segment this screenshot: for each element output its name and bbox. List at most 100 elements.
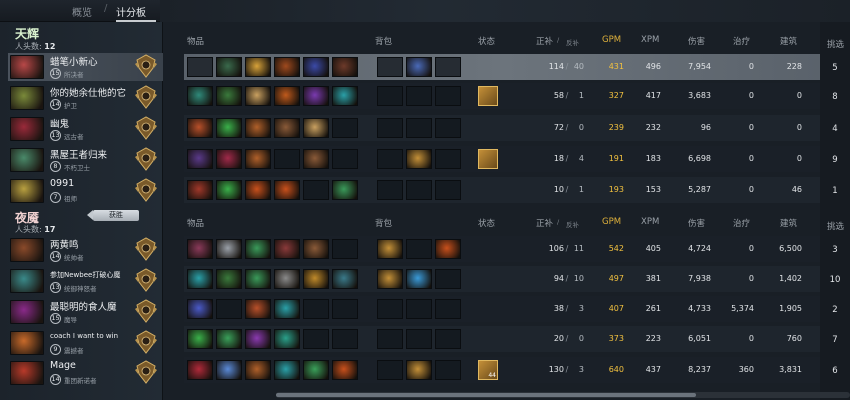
backpack-slot[interactable]: [406, 118, 432, 138]
player-card[interactable]: 蜡笔小新心 15 所决者: [8, 53, 163, 81]
item-slot[interactable]: [187, 118, 213, 138]
hero-portrait[interactable]: [10, 179, 44, 203]
item-slot[interactable]: [303, 239, 329, 259]
item-slot[interactable]: [216, 86, 242, 106]
backpack-slot[interactable]: [377, 180, 403, 200]
item-slot[interactable]: [187, 329, 213, 349]
item-slot[interactable]: [187, 86, 213, 106]
tab-scoreboard[interactable]: 计分板: [116, 4, 146, 19]
player-card[interactable]: Mage 14 重团新诺者: [8, 359, 163, 387]
item-slot[interactable]: [245, 329, 271, 349]
hero-portrait[interactable]: [10, 238, 44, 262]
hero-portrait[interactable]: [10, 86, 44, 110]
item-slot[interactable]: [216, 360, 242, 380]
backpack-slot[interactable]: [377, 329, 403, 349]
item-slot[interactable]: [187, 149, 213, 169]
backpack-slot[interactable]: [435, 118, 461, 138]
backpack-slot[interactable]: [377, 57, 403, 77]
backpack-slot[interactable]: [406, 57, 432, 77]
backpack-slot[interactable]: [377, 149, 403, 169]
player-card[interactable]: 0991 7 祖师: [8, 177, 163, 205]
backpack-slot[interactable]: [406, 86, 432, 106]
item-slot[interactable]: [274, 239, 300, 259]
backpack-slot[interactable]: [406, 360, 432, 380]
item-slot[interactable]: [332, 180, 358, 200]
backpack-slot[interactable]: [435, 57, 461, 77]
item-slot[interactable]: [216, 118, 242, 138]
backpack-slot[interactable]: [377, 86, 403, 106]
item-slot[interactable]: [332, 86, 358, 106]
item-slot[interactable]: [332, 239, 358, 259]
item-slot[interactable]: [274, 118, 300, 138]
status-item-icon[interactable]: [478, 149, 498, 169]
backpack-slot[interactable]: [435, 329, 461, 349]
backpack-slot[interactable]: [377, 299, 403, 319]
player-card[interactable]: 幽鬼 13 远古者: [8, 115, 163, 143]
hero-portrait[interactable]: [10, 148, 44, 172]
item-slot[interactable]: [303, 299, 329, 319]
backpack-slot[interactable]: [435, 180, 461, 200]
item-slot[interactable]: [274, 299, 300, 319]
item-slot[interactable]: [303, 149, 329, 169]
backpack-slot[interactable]: [435, 149, 461, 169]
backpack-slot[interactable]: [435, 86, 461, 106]
backpack-slot[interactable]: [435, 299, 461, 319]
item-slot[interactable]: [332, 329, 358, 349]
item-slot[interactable]: [274, 180, 300, 200]
hero-portrait[interactable]: [10, 55, 44, 79]
hero-portrait[interactable]: [10, 361, 44, 385]
item-slot[interactable]: [332, 149, 358, 169]
hero-portrait[interactable]: [10, 269, 44, 293]
item-slot[interactable]: [303, 86, 329, 106]
backpack-slot[interactable]: [377, 239, 403, 259]
item-slot[interactable]: [332, 118, 358, 138]
backpack-slot[interactable]: [406, 269, 432, 289]
backpack-slot[interactable]: [406, 239, 432, 259]
item-slot[interactable]: [332, 299, 358, 319]
item-slot[interactable]: [245, 86, 271, 106]
item-slot[interactable]: [245, 180, 271, 200]
item-slot[interactable]: [303, 118, 329, 138]
item-slot[interactable]: [274, 57, 300, 77]
item-slot[interactable]: [245, 149, 271, 169]
item-slot[interactable]: [303, 269, 329, 289]
item-slot[interactable]: [187, 360, 213, 380]
item-slot[interactable]: [216, 239, 242, 259]
item-slot[interactable]: [216, 180, 242, 200]
backpack-slot[interactable]: [435, 269, 461, 289]
item-slot[interactable]: [274, 329, 300, 349]
item-slot[interactable]: [187, 239, 213, 259]
item-slot[interactable]: [216, 269, 242, 289]
item-slot[interactable]: [245, 360, 271, 380]
item-slot[interactable]: [274, 269, 300, 289]
item-slot[interactable]: [332, 57, 358, 77]
item-slot[interactable]: [216, 329, 242, 349]
item-slot[interactable]: [187, 180, 213, 200]
item-slot[interactable]: [245, 118, 271, 138]
item-slot[interactable]: [303, 180, 329, 200]
item-slot[interactable]: [303, 360, 329, 380]
player-card[interactable]: 两黄鸣 14 统帅者: [8, 236, 163, 264]
player-card[interactable]: 黑屋王者归来 8 不朽卫士: [8, 146, 163, 174]
item-slot[interactable]: [187, 269, 213, 289]
backpack-slot[interactable]: [435, 360, 461, 380]
player-card[interactable]: 参加Newbee打破心魔 13 统御神怒者: [8, 267, 163, 295]
item-slot[interactable]: [245, 57, 271, 77]
player-card[interactable]: 最聪明的食人魔 15 魔导: [8, 298, 163, 326]
item-slot[interactable]: [303, 329, 329, 349]
hero-portrait[interactable]: [10, 331, 44, 355]
item-slot[interactable]: [187, 57, 213, 77]
backpack-slot[interactable]: [406, 180, 432, 200]
backpack-slot[interactable]: [435, 239, 461, 259]
item-slot[interactable]: [245, 269, 271, 289]
item-slot[interactable]: [274, 149, 300, 169]
item-slot[interactable]: [332, 269, 358, 289]
hero-portrait[interactable]: [10, 300, 44, 324]
backpack-slot[interactable]: [406, 299, 432, 319]
hero-portrait[interactable]: [10, 117, 44, 141]
item-slot[interactable]: [274, 360, 300, 380]
item-slot[interactable]: [187, 299, 213, 319]
backpack-slot[interactable]: [406, 149, 432, 169]
item-slot[interactable]: [245, 239, 271, 259]
backpack-slot[interactable]: [377, 269, 403, 289]
